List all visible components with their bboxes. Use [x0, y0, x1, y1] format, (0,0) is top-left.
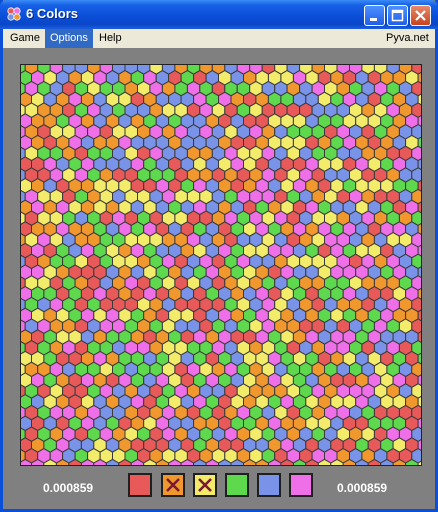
game-board[interactable]	[12, 59, 438, 486]
swatch-red[interactable]	[128, 473, 152, 497]
title-bar[interactable]: 6 Colors	[0, 0, 438, 29]
swatch-orange[interactable]	[161, 473, 185, 497]
app-icon	[7, 7, 21, 21]
maximize-button[interactable]	[387, 5, 408, 26]
menu-game[interactable]: Game	[5, 29, 45, 48]
hex-cells[interactable]	[12, 59, 438, 486]
bottom-panel: 0.000859 0.000859	[3, 468, 435, 506]
window-title: 6 Colors	[26, 6, 79, 21]
menu-options[interactable]: Options	[45, 29, 93, 48]
disabled-x-icon	[166, 478, 180, 492]
menu-bar: Game Options Help Pyva.net	[3, 29, 435, 48]
disabled-x-icon	[198, 478, 212, 492]
minimize-icon	[370, 18, 377, 21]
close-button[interactable]	[410, 5, 431, 26]
app-window: 6 Colors Game Options Help Pyva.net 0.00…	[0, 0, 438, 512]
swatch-green[interactable]	[225, 473, 249, 497]
score-right: 0.000859	[337, 481, 388, 495]
score-left: 0.000859	[43, 481, 94, 495]
menu-pyva-link[interactable]: Pyva.net	[381, 29, 434, 48]
hex-board[interactable]	[12, 59, 438, 486]
close-icon	[415, 10, 426, 21]
swatch-blue[interactable]	[257, 473, 281, 497]
swatch-pink[interactable]	[289, 473, 313, 497]
minimize-button[interactable]	[364, 5, 385, 26]
maximize-icon	[391, 9, 404, 22]
menu-help[interactable]: Help	[94, 29, 127, 48]
swatch-yellow[interactable]	[193, 473, 217, 497]
